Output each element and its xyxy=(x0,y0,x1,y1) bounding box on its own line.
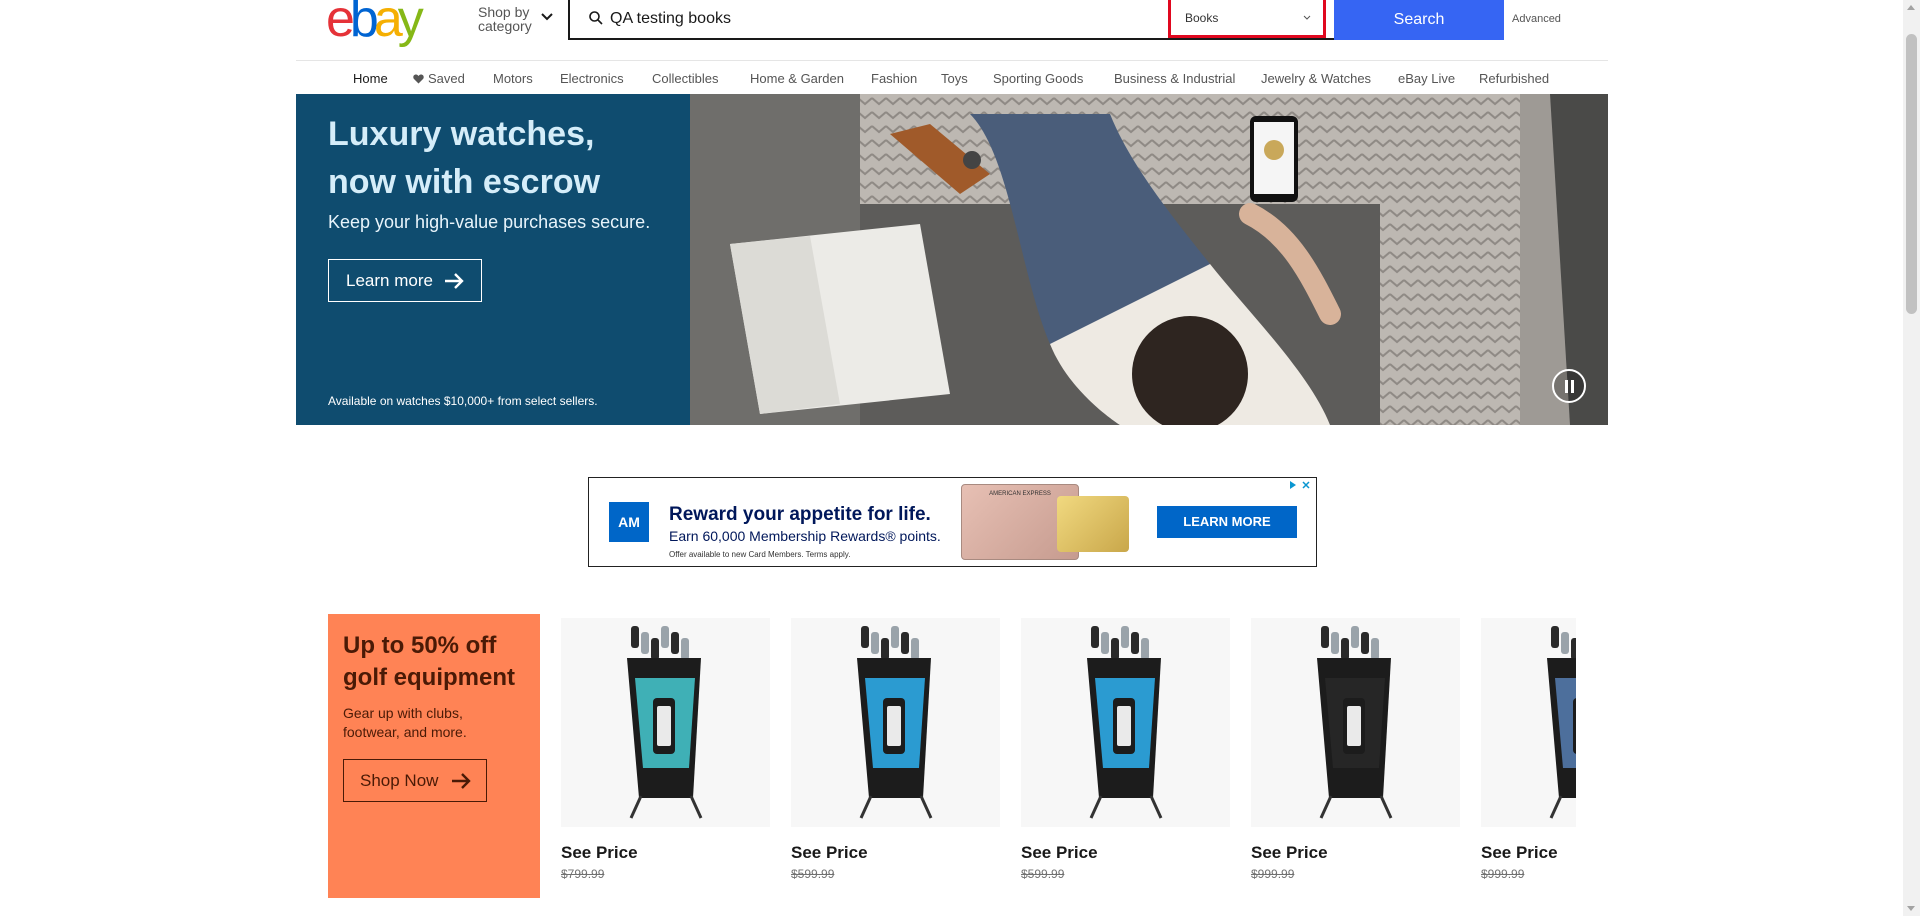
golf-bag-image xyxy=(1317,626,1393,819)
shop-by-category-button[interactable]: Shop by category xyxy=(478,5,538,33)
product-image[interactable] xyxy=(1021,618,1230,827)
product-price[interactable]: See Price xyxy=(1481,843,1576,863)
product-card[interactable]: See Price $999.99 xyxy=(1251,618,1460,881)
product-original-price: $799.99 xyxy=(561,867,605,881)
nav-item-jewelry-watches[interactable]: Jewelry & Watches xyxy=(1261,71,1371,86)
hero-note: Available on watches $10,000+ from selec… xyxy=(328,394,598,408)
learn-more-label: Learn more xyxy=(346,271,433,290)
product-original-price: $599.99 xyxy=(791,867,835,881)
promo-subtitle: Gear up with clubs, footwear, and more. xyxy=(343,705,467,740)
scroll-up-arrow[interactable] xyxy=(1907,5,1915,10)
product-image[interactable] xyxy=(561,618,770,827)
search-button[interactable]: Search xyxy=(1334,0,1504,40)
promo-title: Up to 50% off golf equipment xyxy=(343,632,515,691)
golf-promo[interactable]: Up to 50% off golf equipment Gear up wit… xyxy=(328,614,540,898)
golf-bag-image xyxy=(857,626,933,819)
nav-item-saved-label: Saved xyxy=(428,71,465,86)
category-nav: Home Saved Motors Electronics Collectibl… xyxy=(296,60,1608,97)
hero-text-panel: Luxury watches, now with escrow Keep you… xyxy=(296,94,690,425)
pause-button[interactable] xyxy=(1552,369,1586,403)
product-image[interactable] xyxy=(791,618,1000,827)
learn-more-button[interactable]: Learn more xyxy=(328,259,482,302)
golf-bag-image xyxy=(627,626,703,819)
ad-learn-more-button[interactable]: LEARN MORE xyxy=(1157,506,1297,538)
nav-item-business-industrial[interactable]: Business & Industrial xyxy=(1114,71,1235,86)
ad-banner[interactable]: AM EX Reward your appetite for life. Ear… xyxy=(588,477,1317,567)
gold-card-image xyxy=(1057,496,1129,552)
nav-item-refurbished[interactable]: Refurbished xyxy=(1479,71,1549,86)
product-card[interactable]: See Price $599.99 xyxy=(791,618,1000,881)
product-price[interactable]: See Price xyxy=(1021,843,1230,863)
shop-now-label: Shop Now xyxy=(360,771,439,790)
hero-photo-illustration xyxy=(690,94,1608,425)
nav-item-motors[interactable]: Motors xyxy=(493,71,533,86)
product-price[interactable]: See Price xyxy=(561,843,770,863)
ad-subtitle: Earn 60,000 Membership Rewards® points. xyxy=(669,528,941,544)
logo-letter-a: a xyxy=(373,0,403,48)
chevron-down-icon xyxy=(1303,15,1311,20)
hero-banner[interactable]: Luxury watches, now with escrow Keep you… xyxy=(296,94,1608,425)
hero-subtitle: Keep your high-value purchases secure. xyxy=(328,212,651,232)
scroll-down-arrow[interactable] xyxy=(1907,906,1915,911)
nav-item-home[interactable]: Home xyxy=(353,71,388,97)
advanced-search-link[interactable]: Advanced xyxy=(1512,13,1561,25)
nav-item-saved[interactable]: Saved xyxy=(413,71,465,86)
category-select-value: Books xyxy=(1185,11,1219,25)
product-image[interactable] xyxy=(1251,618,1460,827)
product-carousel: See Price $799.99 See Price $599.99 See … xyxy=(561,618,1576,908)
golf-bag-image xyxy=(1087,626,1163,819)
golf-bag-image xyxy=(1547,626,1576,819)
search-input[interactable] xyxy=(610,6,1170,32)
ad-fine-print: Offer available to new Card Members. Ter… xyxy=(669,550,851,559)
nav-item-electronics[interactable]: Electronics xyxy=(560,71,624,86)
amex-logo: AM EX xyxy=(609,502,649,566)
nav-item-fashion[interactable]: Fashion xyxy=(871,71,917,86)
logo-letter-y: y xyxy=(397,0,424,48)
chevron-down-icon[interactable] xyxy=(540,10,554,24)
hero-image xyxy=(690,94,1608,425)
search-icon xyxy=(589,11,603,25)
nav-item-toys[interactable]: Toys xyxy=(941,71,968,86)
vertical-scrollbar[interactable] xyxy=(1903,0,1920,916)
product-image[interactable] xyxy=(1481,618,1576,827)
product-card[interactable]: See Price $999.99 xyxy=(1481,618,1576,881)
ad-choices-icon[interactable] xyxy=(1288,480,1312,490)
product-card[interactable]: See Price $799.99 xyxy=(561,618,770,881)
product-price[interactable]: See Price xyxy=(1251,843,1460,863)
product-original-price: $599.99 xyxy=(1021,867,1065,881)
header: ebay Shop by category Search Advanced xyxy=(296,0,1608,60)
logo-letter-b: b xyxy=(349,0,379,48)
arrow-right-icon xyxy=(445,273,464,289)
nav-item-sporting-goods[interactable]: Sporting Goods xyxy=(993,71,1083,86)
nav-item-home-garden[interactable]: Home & Garden xyxy=(750,71,844,86)
nav-item-ebay-live[interactable]: eBay Live xyxy=(1398,71,1455,86)
product-original-price: $999.99 xyxy=(1481,867,1525,881)
heart-icon xyxy=(413,74,424,84)
ebay-logo[interactable]: ebay xyxy=(326,0,424,45)
product-original-price: $999.99 xyxy=(1251,867,1295,881)
category-select[interactable]: Books xyxy=(1168,0,1326,38)
arrow-right-icon xyxy=(452,773,471,789)
nav-item-collectibles[interactable]: Collectibles xyxy=(652,71,718,86)
logo-letter-e: e xyxy=(326,0,355,48)
hero-title: Luxury watches, now with escrow xyxy=(328,115,601,201)
ad-title: Reward your appetite for life. xyxy=(669,504,931,525)
product-price[interactable]: See Price xyxy=(791,843,1000,863)
product-card[interactable]: See Price $599.99 xyxy=(1021,618,1230,881)
scrollbar-thumb[interactable] xyxy=(1906,34,1917,314)
shop-now-button[interactable]: Shop Now xyxy=(343,759,487,802)
